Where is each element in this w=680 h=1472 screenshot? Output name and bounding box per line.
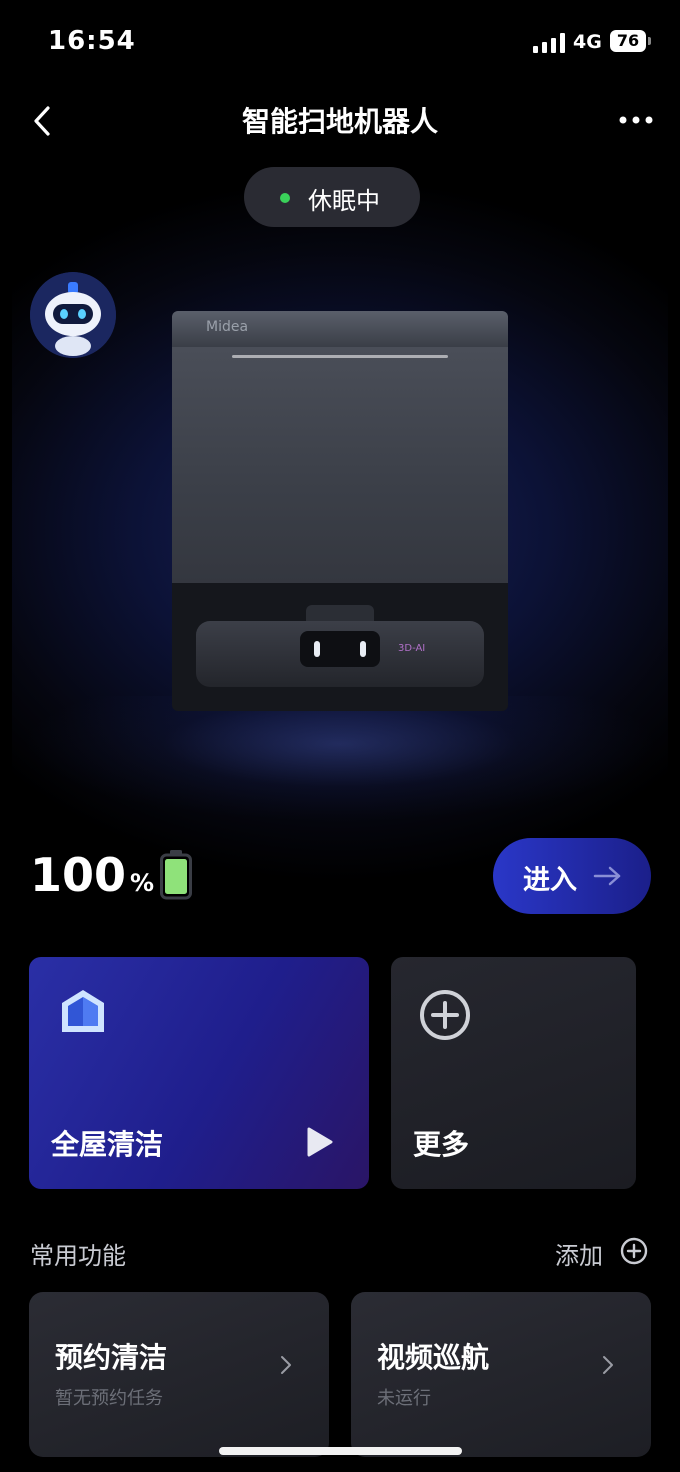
status-battery-icon: 76 [610, 30, 646, 52]
add-function-button[interactable]: 添加 [555, 1236, 603, 1271]
status-time: 16:54 [48, 26, 136, 56]
cellular-signal-icon [533, 33, 565, 53]
more-card-label: 更多 [413, 1128, 470, 1161]
common-functions-title: 常用功能 [30, 1242, 126, 1270]
robot-light-left [314, 641, 320, 657]
robot-assistant-avatar[interactable] [30, 272, 116, 358]
chevron-right-icon [603, 1356, 613, 1374]
robot-vacuum: 3D-AI [196, 621, 484, 687]
battery-value: 100 [30, 848, 127, 902]
nav-bar: 智能扫地机器人 [0, 84, 680, 156]
state-dot-icon [280, 193, 290, 203]
device-hero: 休眠中 Midea 3D-AI [12, 156, 668, 936]
ellipsis-icon[interactable] [618, 114, 654, 126]
plus-circle-icon [420, 990, 470, 1040]
station-lid: Midea [172, 311, 508, 347]
function-title: 视频巡航 [377, 1341, 490, 1374]
function-subtitle: 未运行 [377, 1388, 431, 1409]
base-station-image: Midea 3D-AI [172, 311, 508, 711]
function-title: 预约清洁 [55, 1341, 168, 1374]
status-battery-tip [648, 37, 651, 45]
robot-light-right [360, 641, 366, 657]
robot-face-icon [30, 272, 116, 358]
house-icon [62, 990, 104, 1032]
more-card[interactable]: 更多 [391, 957, 636, 1189]
station-highlight [232, 355, 448, 358]
add-circle-icon[interactable] [620, 1237, 648, 1265]
video-patrol-card[interactable]: 视频巡航 未运行 [351, 1292, 651, 1457]
scheduled-clean-card[interactable]: 预约清洁 暂无预约任务 [29, 1292, 329, 1457]
model-tag: 3D-AI [398, 643, 426, 654]
enter-button-label: 进入 [523, 865, 577, 896]
status-bar: 16:54 4G 76 [0, 0, 680, 84]
chevron-right-icon [281, 1356, 291, 1374]
whole-house-clean-label: 全屋清洁 [51, 1128, 164, 1161]
battery-unit: % [130, 869, 155, 897]
enter-button[interactable]: 进入 [493, 838, 651, 914]
arrow-right-icon [593, 866, 621, 886]
page-title: 智能扫地机器人 [241, 105, 438, 138]
play-icon[interactable] [305, 1126, 335, 1158]
brand-logo: Midea [206, 319, 249, 335]
home-indicator[interactable] [219, 1447, 462, 1455]
robot-camera [300, 631, 380, 667]
whole-house-clean-card[interactable]: 全屋清洁 [29, 957, 369, 1189]
battery-icon [160, 850, 192, 900]
station-body [172, 347, 508, 583]
battery-percentage: 100% [30, 848, 154, 902]
network-type: 4G [573, 31, 602, 53]
device-state-text: 休眠中 [308, 187, 380, 215]
function-subtitle: 暂无预约任务 [55, 1388, 163, 1409]
device-state-badge: 休眠中 [244, 167, 420, 227]
